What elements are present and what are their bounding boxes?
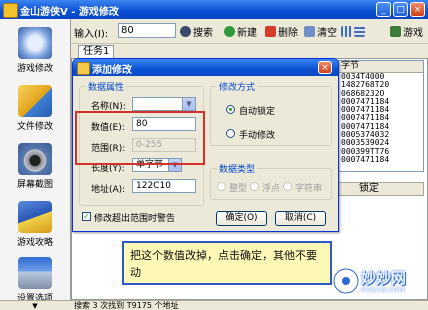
camera-icon bbox=[18, 143, 52, 175]
type-int-label: 整型 bbox=[229, 184, 248, 194]
auto-lock-radio[interactable] bbox=[226, 105, 235, 114]
watermark: 妙妙网 M3KAN.COM bbox=[331, 264, 427, 298]
main-window: 金山游侠V - 游戏修改 _ □ × 游戏修改 文件修改 屏幕截图 游戏攻略 设… bbox=[0, 0, 428, 310]
auto-lock-label: 自动锁定 bbox=[239, 107, 276, 117]
search-button-label: 搜索 bbox=[193, 27, 213, 39]
guide-book-icon bbox=[18, 201, 52, 233]
toolbar: 输入(I): 80 搜索 新建 删除 清空 游戏 bbox=[71, 19, 428, 44]
watermark-text: 妙妙网 bbox=[361, 269, 407, 287]
ok-button[interactable]: 确定(O) bbox=[216, 211, 267, 226]
type-int-radio[interactable] bbox=[217, 182, 226, 191]
app-icon bbox=[3, 3, 18, 18]
new-button[interactable]: 新建 bbox=[224, 23, 257, 39]
settings-monitor-icon bbox=[18, 257, 52, 289]
clear-button-label: 清空 bbox=[317, 27, 337, 39]
minimize-button[interactable]: _ bbox=[376, 2, 391, 17]
results-list[interactable]: 字节 0034T4000 1482768T20 06868232O 000747118… bbox=[338, 60, 424, 172]
dialog-title-bar[interactable]: 添加修改 × bbox=[73, 59, 338, 76]
delete-button-label: 删除 bbox=[278, 27, 298, 39]
delete-icon bbox=[265, 25, 276, 37]
lock-column-header[interactable]: 锁定 bbox=[338, 182, 424, 196]
address-label: 地址(A): bbox=[91, 185, 126, 195]
maximize-button[interactable]: □ bbox=[393, 2, 408, 17]
swords-icon bbox=[18, 27, 52, 59]
sidebar-item-settings[interactable]: 设置选项 bbox=[4, 257, 66, 304]
range-warning-checkbox[interactable]: ✓ bbox=[82, 212, 91, 221]
dialog-icon bbox=[77, 62, 90, 75]
title-bar: 金山游侠V - 游戏修改 _ □ × bbox=[0, 0, 428, 19]
scroll-down-icon[interactable]: ▼ bbox=[28, 302, 42, 310]
value-highlight-box bbox=[75, 111, 205, 165]
new-button-label: 新建 bbox=[237, 27, 257, 39]
results-row[interactable]: 0007471184 bbox=[339, 155, 423, 164]
sidebar-item-game-guide[interactable]: 游戏攻略 bbox=[4, 201, 66, 248]
task-tab-strip: 任务1 bbox=[71, 44, 428, 59]
type-string-radio[interactable] bbox=[283, 182, 292, 191]
window-title: 金山游侠V - 游戏修改 bbox=[20, 7, 119, 18]
new-icon bbox=[224, 25, 235, 37]
games-button[interactable]: 游戏 bbox=[390, 23, 423, 39]
folder-pen-icon bbox=[18, 85, 52, 117]
modify-mode-label: 修改方式 bbox=[217, 80, 258, 93]
status-text: 搜索 3 次找到 T9175 个地址 bbox=[74, 301, 179, 310]
name-select[interactable]: ▼ bbox=[132, 97, 196, 111]
close-button[interactable]: × bbox=[410, 2, 425, 17]
input-label: 输入(I): bbox=[74, 29, 109, 40]
lock-header-label: 锁定 bbox=[359, 183, 379, 194]
clear-button[interactable]: 清空 bbox=[304, 23, 337, 39]
grid-button[interactable] bbox=[341, 23, 365, 39]
clear-icon bbox=[304, 25, 315, 37]
type-string-label: 字符串 bbox=[295, 184, 323, 194]
sidebar-item-screenshot[interactable]: 屏幕截图 bbox=[4, 143, 66, 190]
binoculars-icon bbox=[180, 25, 191, 37]
sidebar-item-game-modify[interactable]: 游戏修改 bbox=[4, 27, 66, 74]
grid-icon-2 bbox=[354, 25, 365, 37]
address-input[interactable]: 122C10 bbox=[132, 179, 196, 193]
gamepad-icon bbox=[390, 25, 401, 37]
sidebar-item-file-modify[interactable]: 文件修改 bbox=[4, 85, 66, 132]
search-value-input[interactable]: 80 bbox=[118, 23, 176, 38]
annotation-note: 把这个数值改掉，点击确定，其他不要动 bbox=[122, 241, 332, 285]
status-bar: ▼ 搜索 3 次找到 T9175 个地址 bbox=[0, 300, 428, 310]
manual-modify-label: 手动修改 bbox=[239, 131, 276, 141]
data-type-label: 数据类型 bbox=[217, 162, 258, 175]
sidebar-item-label: 文件修改 bbox=[16, 122, 53, 132]
tab-task-1[interactable]: 任务1 bbox=[78, 45, 115, 59]
grid-icon bbox=[341, 25, 352, 37]
range-warning-label: 修改超出范围时警告 bbox=[94, 214, 176, 224]
dialog-title: 添加修改 bbox=[92, 65, 132, 76]
data-attributes-label: 数据属性 bbox=[86, 80, 127, 93]
results-rows: 0034T4000 1482768T20 06868232O 0007471184 00… bbox=[339, 72, 423, 164]
manual-modify-radio[interactable] bbox=[226, 129, 235, 138]
watermark-subtext: M3KAN.COM bbox=[361, 286, 405, 294]
watermark-logo-icon bbox=[332, 267, 360, 295]
type-float-radio[interactable] bbox=[250, 182, 259, 191]
cancel-button[interactable]: 取消(C) bbox=[275, 211, 326, 226]
sidebar-item-label: 屏幕截图 bbox=[16, 180, 53, 190]
dialog-close-button[interactable]: × bbox=[318, 61, 332, 74]
games-button-label: 游戏 bbox=[403, 27, 423, 39]
chevron-down-icon: ▼ bbox=[182, 98, 195, 110]
sidebar: 游戏修改 文件修改 屏幕截图 游戏攻略 设置选项 bbox=[0, 19, 71, 304]
type-float-label: 浮点 bbox=[262, 184, 281, 194]
search-button[interactable]: 搜索 bbox=[180, 23, 213, 39]
delete-button[interactable]: 删除 bbox=[265, 23, 298, 39]
sidebar-item-label: 游戏攻略 bbox=[16, 238, 53, 248]
sidebar-item-label: 游戏修改 bbox=[16, 64, 53, 74]
